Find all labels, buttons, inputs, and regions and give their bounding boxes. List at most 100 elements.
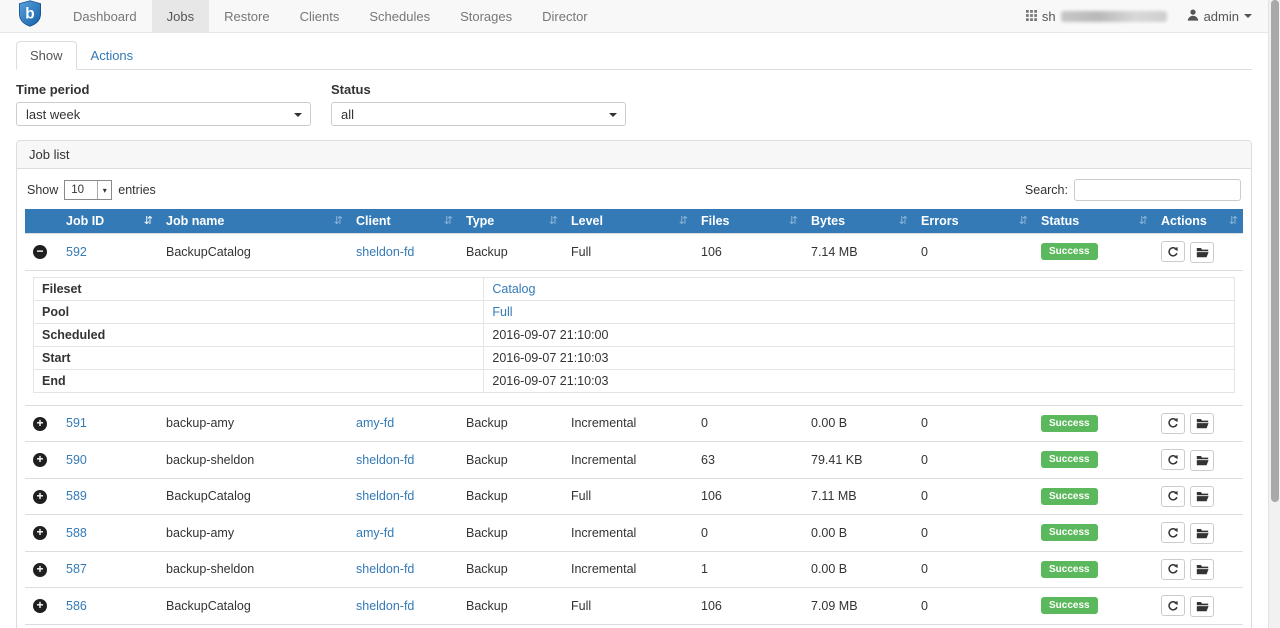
column-header-type[interactable]: Type⇵ — [458, 209, 563, 234]
rerun-job-button[interactable] — [1161, 559, 1185, 580]
vertical-scrollbar[interactable] — [1268, 0, 1280, 628]
detail-label: Scheduled — [34, 323, 484, 346]
nav-item-clients[interactable]: Clients — [285, 0, 355, 32]
top-navbar: b Dashboard Jobs Restore Clients Schedul… — [0, 0, 1268, 33]
client-link[interactable]: sheldon-fd — [356, 489, 414, 503]
nav-item-dashboard[interactable]: Dashboard — [58, 0, 152, 32]
job-bytes: 0.00 B — [803, 551, 913, 588]
column-header-client[interactable]: Client⇵ — [348, 209, 458, 234]
job-type: Backup — [458, 234, 563, 271]
detail-row: End 2016-09-07 21:10:03 — [34, 369, 1235, 392]
job-name: backup-amy — [158, 624, 348, 628]
rerun-job-button[interactable] — [1161, 241, 1185, 262]
collapse-row-icon[interactable] — [33, 245, 47, 259]
table-row: 588 backup-amy amy-fd Backup Incremental… — [25, 515, 1243, 552]
table-row: 589 BackupCatalog sheldon-fd Backup Full… — [25, 478, 1243, 515]
browse-files-button[interactable] — [1190, 450, 1214, 471]
job-errors: 0 — [913, 478, 1033, 515]
fileset-link[interactable]: Catalog — [492, 282, 535, 296]
job-type: Backup — [458, 405, 563, 442]
client-link[interactable]: amy-fd — [356, 526, 394, 540]
client-link[interactable]: sheldon-fd — [356, 562, 414, 576]
job-level: Incremental — [563, 405, 693, 442]
tab-actions[interactable]: Actions — [77, 41, 148, 70]
nav-item-schedules[interactable]: Schedules — [354, 0, 445, 32]
job-id-link[interactable]: 592 — [66, 245, 87, 259]
browse-files-button[interactable] — [1190, 596, 1214, 617]
column-header-actions[interactable]: Actions⇵ — [1153, 209, 1243, 234]
detail-label: Pool — [34, 300, 484, 323]
rerun-job-button[interactable] — [1161, 449, 1185, 470]
job-bytes: 7.09 MB — [803, 588, 913, 625]
nav-item-restore[interactable]: Restore — [209, 0, 285, 32]
expand-row-icon[interactable] — [33, 417, 47, 431]
job-id-link[interactable]: 586 — [66, 599, 87, 613]
column-header-status[interactable]: Status⇵ — [1033, 209, 1153, 234]
brand-logo[interactable]: b — [0, 0, 58, 32]
status-select[interactable]: all — [331, 102, 626, 126]
column-header-files[interactable]: Files⇵ — [693, 209, 803, 234]
client-link[interactable]: sheldon-fd — [356, 599, 414, 613]
column-header-job-name[interactable]: Job name⇵ — [158, 209, 348, 234]
browse-files-button[interactable] — [1190, 413, 1214, 434]
browse-files-button[interactable] — [1190, 486, 1214, 507]
job-errors: 0 — [913, 234, 1033, 271]
job-errors: 0 — [913, 515, 1033, 552]
directed-host[interactable]: sh — [1026, 9, 1167, 24]
detail-row: Fileset Catalog — [34, 277, 1235, 300]
job-id-link[interactable]: 588 — [66, 526, 87, 540]
expand-row-icon[interactable] — [33, 563, 47, 577]
rerun-job-button[interactable] — [1161, 413, 1185, 434]
column-header-level[interactable]: Level⇵ — [563, 209, 693, 234]
job-id-link[interactable]: 589 — [66, 489, 87, 503]
rerun-job-button[interactable] — [1161, 522, 1185, 543]
sort-icon: ⇵ — [789, 214, 798, 227]
rerun-job-button[interactable] — [1161, 486, 1185, 507]
column-header-errors[interactable]: Errors⇵ — [913, 209, 1033, 234]
job-id-link[interactable]: 587 — [66, 562, 87, 576]
job-errors: 0 — [913, 624, 1033, 628]
job-table: Job ID⇵ Job name⇵ Client⇵ Type⇵ Level⇵ F… — [25, 209, 1243, 628]
expand-row-icon[interactable] — [33, 526, 47, 540]
job-errors: 0 — [913, 588, 1033, 625]
job-bytes: 0.00 B — [803, 624, 913, 628]
expand-row-icon[interactable] — [33, 453, 47, 467]
job-files: 106 — [693, 478, 803, 515]
client-link[interactable]: sheldon-fd — [356, 245, 414, 259]
column-header-bytes[interactable]: Bytes⇵ — [803, 209, 913, 234]
expand-row-icon[interactable] — [33, 599, 47, 613]
client-link[interactable]: amy-fd — [356, 416, 394, 430]
expand-row-icon[interactable] — [33, 490, 47, 504]
table-row: 591 backup-amy amy-fd Backup Incremental… — [25, 405, 1243, 442]
client-link[interactable]: sheldon-fd — [356, 453, 414, 467]
nav-item-storages[interactable]: Storages — [445, 0, 527, 32]
user-menu[interactable]: admin — [1187, 9, 1252, 24]
column-label: Actions — [1161, 214, 1207, 228]
job-id-link[interactable]: 590 — [66, 453, 87, 467]
scrollbar-thumb[interactable] — [1271, 0, 1279, 502]
status-badge: Success — [1041, 243, 1098, 260]
browse-files-button[interactable] — [1190, 242, 1214, 263]
job-files: 0 — [693, 405, 803, 442]
job-id-link[interactable]: 591 — [66, 416, 87, 430]
tab-show[interactable]: Show — [16, 41, 77, 70]
caret-down-icon — [1244, 14, 1252, 22]
column-header-job-id[interactable]: Job ID⇵ — [58, 209, 158, 234]
table-row: 587 backup-sheldon sheldon-fd Backup Inc… — [25, 551, 1243, 588]
rerun-job-button[interactable] — [1161, 595, 1185, 616]
detail-label: Start — [34, 346, 484, 369]
sort-icon: ⇵ — [1019, 214, 1028, 227]
hostname-redacted — [1061, 11, 1167, 22]
nav-item-director[interactable]: Director — [527, 0, 603, 32]
page-length-select[interactable]: 10 ▾ — [64, 180, 112, 200]
search-input[interactable] — [1074, 179, 1241, 201]
jobs-tabs: Show Actions — [16, 41, 1252, 70]
column-label: Job ID — [66, 214, 104, 228]
browse-files-button[interactable] — [1190, 559, 1214, 580]
time-period-select[interactable]: last week — [16, 102, 311, 126]
browse-files-button[interactable] — [1190, 523, 1214, 544]
status-value: all — [341, 107, 354, 122]
status-badge: Success — [1041, 597, 1098, 614]
nav-item-jobs[interactable]: Jobs — [152, 0, 209, 32]
pool-link[interactable]: Full — [492, 305, 512, 319]
